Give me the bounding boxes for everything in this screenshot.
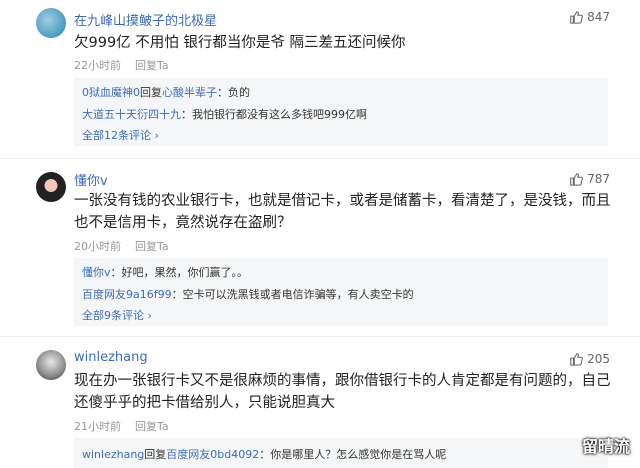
watermark: 留晴流 (581, 437, 630, 456)
comment-username[interactable]: winlezhang (74, 350, 148, 365)
like-button[interactable]: 847 (569, 10, 610, 24)
reply-line: 大道五十天衍四十九：我怕银行都没有这么多钱吧999亿啊 (82, 106, 367, 122)
reply-user[interactable]: 大道五十天衍四十九 (82, 108, 181, 121)
reply-line: 0狱血魔神0回复心酸半辈子：负的 (82, 84, 250, 100)
reply-box: 懂你v：好吧，果然，你们赢了。。 百度网友9a16f99：空卡可以洗黑钱或者电信… (74, 258, 608, 326)
reply-user[interactable]: 百度网友9a16f99 (82, 288, 172, 301)
reply-target[interactable]: 心酸半辈子 (162, 86, 217, 99)
divider (0, 336, 640, 337)
reply-box: winlezhang回复百度网友0bd4092：你是哪里人？怎么感觉你是在骂人呢 (74, 438, 608, 468)
reply-user[interactable]: 0狱血魔神0 (82, 86, 140, 99)
reply-line: 百度网友9a16f99：空卡可以洗黑钱或者电信诈骗等，有人卖空卡的 (82, 286, 414, 302)
comment-time: 21小时前 (74, 420, 121, 433)
all-comments-link[interactable]: 全部9条评论 › (82, 307, 152, 323)
reply-link[interactable]: 回复Ta (135, 59, 169, 72)
like-count: 205 (587, 352, 610, 366)
comment-meta: 20小时前 回复Ta (74, 238, 169, 254)
like-count: 847 (587, 10, 610, 24)
avatar[interactable] (36, 8, 66, 38)
comment-text: 一张没有钱的农业银行卡，也就是借记卡，或者是储蓄卡，看清楚了，是没钱，而且也不是… (74, 193, 611, 231)
like-button[interactable]: 205 (569, 352, 610, 366)
avatar[interactable] (36, 350, 66, 380)
thumbs-up-icon (570, 173, 583, 186)
reply-target[interactable]: 百度网友0bd4092 (166, 448, 259, 461)
thumbs-up-icon (570, 11, 583, 24)
like-count: 787 (587, 172, 610, 186)
reply-text: ：空卡可以洗黑钱或者电信诈骗等，有人卖空卡的 (171, 288, 414, 301)
reply-link[interactable]: 回复Ta (135, 240, 169, 253)
thumbs-up-icon (570, 353, 583, 366)
reply-mid: 回复 (144, 448, 167, 461)
divider (0, 158, 640, 159)
avatar[interactable] (36, 172, 66, 202)
comment-meta: 21小时前 回复Ta (74, 418, 169, 434)
all-comments-link[interactable]: 全部12条评论 › (82, 127, 159, 143)
reply-box: 0狱血魔神0回复心酸半辈子：负的 大道五十天衍四十九：我怕银行都没有这么多钱吧9… (74, 78, 608, 146)
comment-text: 欠999亿 不用怕 银行都当你是爷 隔三差五还问候你 (74, 35, 406, 51)
reply-text: ：你是哪里人？怎么感觉你是在骂人呢 (259, 448, 447, 461)
reply-text: ：我怕银行都没有这么多钱吧999亿啊 (181, 108, 367, 121)
reply-line: winlezhang回复百度网友0bd4092：你是哪里人？怎么感觉你是在骂人呢 (82, 446, 446, 462)
comment-time: 20小时前 (74, 240, 121, 253)
comment-username[interactable]: 在九峰山摸鲏子的北极星 (74, 10, 217, 29)
comment-username[interactable]: 懂你v (74, 170, 108, 189)
comment-text: 现在办一张银行卡又不是很麻烦的事情，跟你借银行卡的人肯定都是有问题的，自己还傻乎… (74, 373, 611, 411)
comment-meta: 22小时前 回复Ta (74, 57, 169, 73)
like-button[interactable]: 787 (569, 172, 610, 186)
reply-line: 懂你v：好吧，果然，你们赢了。。 (82, 264, 248, 280)
reply-user[interactable]: winlezhang (82, 448, 144, 461)
reply-text: ：负的 (217, 86, 250, 99)
reply-user[interactable]: 懂你v (82, 266, 111, 279)
reply-mid: 回复 (140, 86, 162, 99)
comment-time: 22小时前 (74, 59, 121, 72)
reply-text: ：好吧，果然，你们赢了。。 (110, 266, 249, 279)
reply-link[interactable]: 回复Ta (135, 420, 169, 433)
